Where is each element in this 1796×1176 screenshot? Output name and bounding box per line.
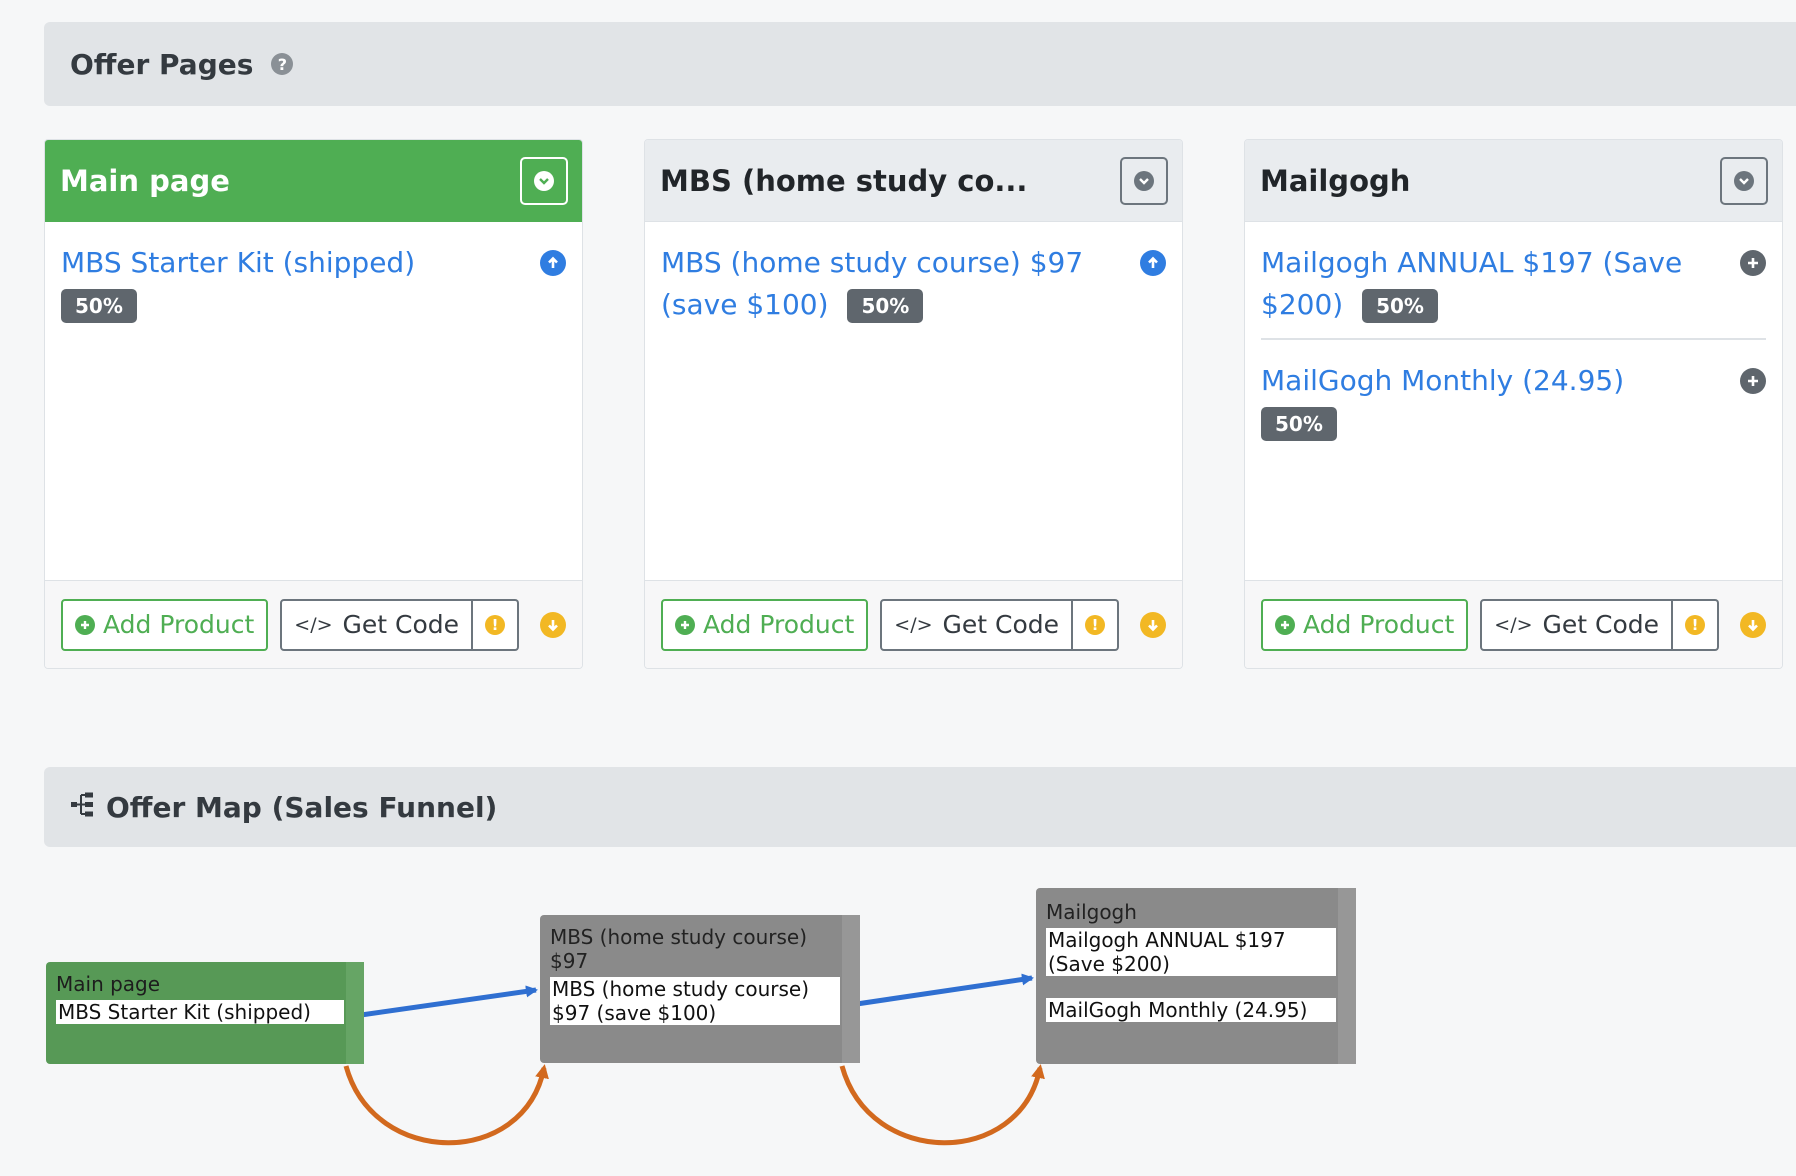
- code-icon: </>: [894, 613, 933, 636]
- card-title: Main page: [60, 163, 230, 198]
- card-dropdown-button[interactable]: [520, 156, 568, 205]
- plus-circle-icon: [1275, 614, 1295, 635]
- get-code-button[interactable]: </> Get Code: [280, 598, 474, 651]
- add-product-label: Add Product: [703, 610, 855, 639]
- add-product-button[interactable]: Add Product: [661, 598, 869, 651]
- get-code-button[interactable]: </> Get Code: [1480, 598, 1674, 651]
- warning-button[interactable]: !: [473, 598, 520, 651]
- add-product-label: Add Product: [103, 610, 255, 639]
- offer-map-title: Offer Map (Sales Funnel): [106, 790, 498, 824]
- card-dropdown-button[interactable]: [1120, 156, 1168, 205]
- add-product-button[interactable]: Add Product: [61, 598, 269, 651]
- offer-page-card-main: Main page MBS Starter Kit (shipped) 50% …: [44, 139, 583, 669]
- get-code-button[interactable]: </> Get Code: [880, 598, 1074, 651]
- offer-page-card-mailgogh: Mailgogh Mailgogh ANNUAL $197 (Save $200…: [1244, 139, 1783, 669]
- node-item[interactable]: MBS Starter Kit (shipped): [56, 1000, 344, 1024]
- product-item: MailGogh Monthly (24.95) 50%: [1261, 338, 1766, 456]
- arrow-down-circle-icon[interactable]: [1740, 611, 1766, 638]
- plus-circle-icon: [675, 614, 695, 635]
- sitemap-icon: [70, 791, 96, 824]
- get-code-group: </> Get Code !: [880, 598, 1120, 651]
- card-footer: Add Product </> Get Code !: [645, 580, 1182, 668]
- card-header: Mailgogh: [1245, 140, 1782, 222]
- arrow-down-circle-icon[interactable]: [540, 611, 566, 638]
- funnel-node-main-page[interactable]: Main page MBS Starter Kit (shipped): [46, 962, 364, 1064]
- discount-badge: 50%: [847, 289, 924, 323]
- exclamation-circle-icon: !: [485, 614, 506, 635]
- card-header: Main page: [45, 140, 582, 222]
- chevron-down-icon: [1134, 170, 1154, 191]
- arrow-up-circle-icon[interactable]: [540, 250, 566, 276]
- discount-badge: 50%: [1261, 407, 1337, 441]
- product-link[interactable]: Mailgogh ANNUAL $197 (Save $200): [1261, 246, 1682, 321]
- get-code-group: </> Get Code !: [1480, 598, 1720, 651]
- funnel-map: Main page MBS Starter Kit (shipped) MBS …: [44, 878, 1356, 1176]
- card-footer: Add Product </> Get Code !: [1245, 580, 1782, 668]
- exclamation-circle-icon: !: [1085, 614, 1106, 635]
- forward-connector: [849, 973, 1034, 1008]
- discount-badge: 50%: [1362, 289, 1438, 323]
- return-connector: [343, 1064, 549, 1146]
- card-footer: Add Product </> Get Code !: [45, 580, 582, 668]
- funnel-node-mbs[interactable]: MBS (home study course) $97 MBS (home st…: [540, 915, 860, 1063]
- exclamation-circle-icon: !: [1685, 614, 1706, 635]
- return-connector: [839, 1064, 1045, 1146]
- node-title: Mailgogh: [1046, 900, 1137, 924]
- discount-badge: 50%: [61, 289, 137, 323]
- get-code-label: Get Code: [1542, 610, 1660, 639]
- node-title: Main page: [56, 972, 161, 996]
- forward-connector: [353, 985, 538, 1019]
- card-body: MBS Starter Kit (shipped) 50%: [45, 222, 582, 582]
- plus-circle-icon: [75, 614, 95, 635]
- node-item[interactable]: MailGogh Monthly (24.95): [1046, 998, 1336, 1022]
- offer-page-card-mbs: MBS (home study co... MBS (home study co…: [644, 139, 1183, 669]
- funnel-node-mailgogh[interactable]: Mailgogh Mailgogh ANNUAL $197 (Save $200…: [1036, 888, 1356, 1064]
- product-link[interactable]: MailGogh Monthly (24.95): [1261, 364, 1624, 397]
- card-dropdown-button[interactable]: [1720, 156, 1768, 205]
- node-scrollbar: [842, 915, 860, 1063]
- add-product-label: Add Product: [1303, 610, 1455, 639]
- card-header: MBS (home study co...: [645, 140, 1182, 222]
- node-scrollbar: [1338, 888, 1356, 1064]
- offer-pages-title: Offer Pages: [70, 47, 254, 81]
- chevron-down-icon: [1734, 170, 1754, 191]
- card-body: Mailgogh ANNUAL $197 (Save $200) 50% Mai…: [1245, 222, 1782, 582]
- get-code-label: Get Code: [342, 610, 460, 639]
- get-code-label: Get Code: [942, 610, 1060, 639]
- plus-circle-icon[interactable]: [1740, 250, 1766, 276]
- product-link[interactable]: MBS Starter Kit (shipped): [61, 246, 415, 279]
- card-title: Mailgogh: [1260, 163, 1411, 198]
- warning-button[interactable]: !: [1073, 598, 1120, 651]
- warning-button[interactable]: !: [1673, 598, 1720, 651]
- offer-map-header: Offer Map (Sales Funnel): [44, 767, 1796, 847]
- get-code-group: </> Get Code !: [280, 598, 520, 651]
- node-item[interactable]: MBS (home study course) $97 (save $100): [550, 977, 840, 1025]
- code-icon: </>: [294, 613, 333, 636]
- product-item: Mailgogh ANNUAL $197 (Save $200) 50%: [1261, 236, 1766, 338]
- offer-pages-header: Offer Pages ?: [44, 22, 1796, 106]
- card-body: MBS (home study course) $97 (save $100) …: [645, 222, 1182, 582]
- arrow-up-circle-icon[interactable]: [1140, 250, 1166, 276]
- node-scrollbar: [346, 962, 364, 1064]
- card-title: MBS (home study co...: [660, 163, 1028, 198]
- product-item: MBS Starter Kit (shipped) 50%: [61, 236, 566, 338]
- chevron-down-icon: [534, 170, 554, 191]
- plus-circle-icon[interactable]: [1740, 368, 1766, 394]
- product-item: MBS (home study course) $97 (save $100) …: [661, 236, 1166, 338]
- arrow-down-circle-icon[interactable]: [1140, 611, 1166, 638]
- help-icon[interactable]: ?: [271, 53, 294, 75]
- node-item[interactable]: Mailgogh ANNUAL $197 (Save $200): [1046, 928, 1336, 976]
- code-icon: </>: [1494, 613, 1533, 636]
- add-product-button[interactable]: Add Product: [1261, 598, 1469, 651]
- node-title: MBS (home study course) $97: [550, 925, 808, 973]
